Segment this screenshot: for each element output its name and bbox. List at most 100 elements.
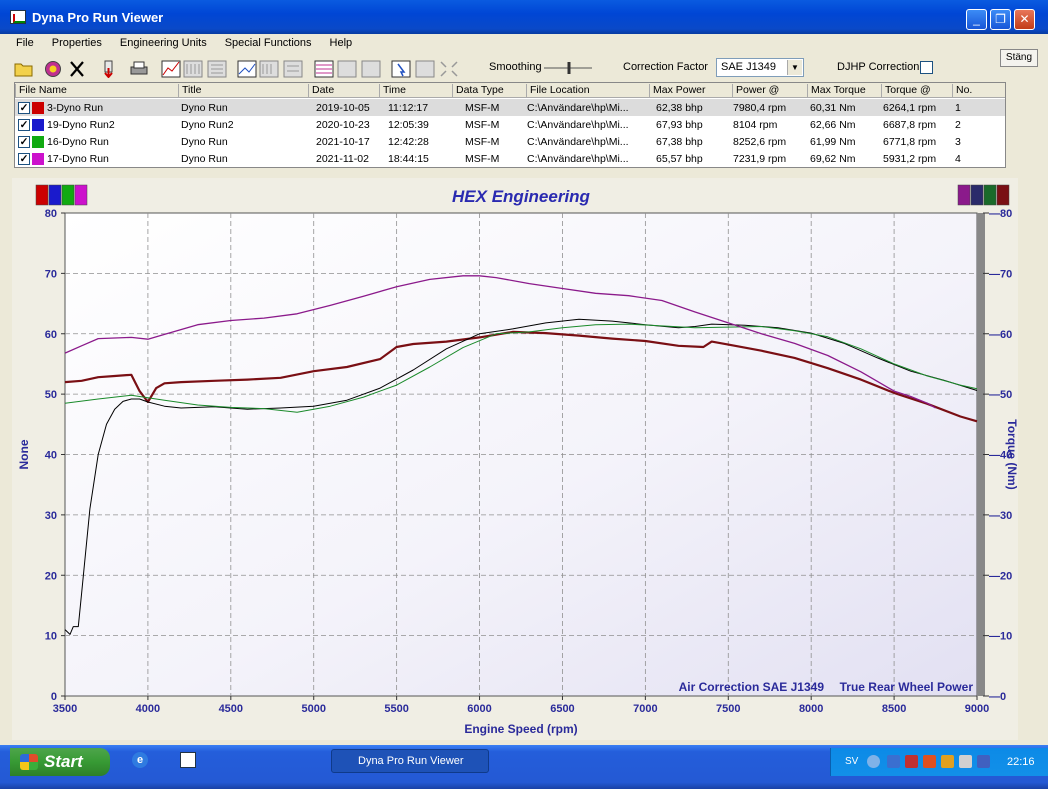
taskbar-item-dyna-pro[interactable]: Dyna Pro Run Viewer bbox=[331, 749, 489, 773]
column-header[interactable]: Max Power bbox=[649, 84, 732, 98]
y-axis-label: None bbox=[17, 439, 31, 469]
cell-torque-at: 6687,8 rpm bbox=[883, 119, 937, 131]
table-row[interactable]: ✓ 19-Dyno Run2 Dyno Run2 2020-10-23 12:05:39… bbox=[15, 116, 1005, 133]
dyno-chart: 3500 4000 4500 5000 5500 6000 6500 7000 7500 8000… bbox=[12, 178, 1018, 740]
menu-file[interactable]: File bbox=[4, 37, 40, 49]
dyna-pro-quicklaunch-icon[interactable] bbox=[180, 752, 196, 768]
y2-axis-label: Torque (Nm) bbox=[1005, 419, 1018, 489]
overlay-view-3-icon[interactable] bbox=[360, 59, 382, 79]
column-header[interactable]: Torque @ bbox=[881, 84, 952, 98]
graph-view-3-icon[interactable] bbox=[206, 59, 228, 79]
column-header[interactable]: Time bbox=[379, 84, 452, 98]
cell-location: C:\Användare\hp\Mi... bbox=[527, 153, 629, 165]
graph-view-6-icon[interactable] bbox=[282, 59, 304, 79]
network-icon[interactable] bbox=[887, 755, 900, 768]
djhp-correction-checkbox[interactable] bbox=[920, 61, 933, 74]
y-tick-label: 80 bbox=[45, 208, 57, 220]
start-button[interactable]: Start bbox=[10, 748, 110, 776]
legend-left-swatch bbox=[61, 184, 75, 206]
legend-right-swatch bbox=[970, 184, 984, 206]
column-header[interactable]: File Location bbox=[526, 84, 649, 98]
x-tick-label: 3500 bbox=[53, 703, 77, 715]
x-tick-label: 4500 bbox=[219, 703, 243, 715]
graph-view-4-icon[interactable] bbox=[236, 59, 258, 79]
tray-app-icon[interactable] bbox=[977, 755, 990, 768]
cursor-tool-icon[interactable] bbox=[390, 59, 412, 79]
cell-file: 19-Dyno Run2 bbox=[47, 119, 115, 131]
x-tick-label: 4000 bbox=[136, 703, 160, 715]
graph-view-1-icon[interactable] bbox=[160, 59, 182, 79]
cell-max-power: 62,38 bhp bbox=[656, 102, 703, 114]
internet-explorer-icon[interactable]: e bbox=[132, 752, 148, 768]
cell-power-at: 8104 rpm bbox=[733, 119, 778, 131]
maximize-button[interactable]: ❐ bbox=[990, 9, 1011, 30]
annotation-air-correction: Air Correction SAE J1349 bbox=[679, 680, 825, 694]
print-icon[interactable] bbox=[128, 59, 150, 79]
back-arrow-icon[interactable] bbox=[867, 755, 880, 768]
cell-date: 2021-10-17 bbox=[316, 136, 370, 148]
run-visible-checkbox[interactable]: ✓ bbox=[18, 136, 30, 148]
cell-time: 11:12:17 bbox=[388, 102, 429, 114]
close-window-button[interactable]: ✕ bbox=[1014, 9, 1035, 30]
language-indicator[interactable]: SV bbox=[845, 756, 858, 767]
cell-title: Dyno Run bbox=[181, 136, 228, 148]
column-header[interactable]: Title bbox=[178, 84, 308, 98]
run-visible-checkbox[interactable]: ✓ bbox=[18, 119, 30, 131]
column-header[interactable]: Date bbox=[308, 84, 379, 98]
table-row[interactable]: ✓ 17-Dyno Run Dyno Run 2021-11-02 18:44:15 MS… bbox=[15, 150, 1005, 167]
overlay-view-2-icon[interactable] bbox=[336, 59, 358, 79]
y2-tick-label: —30 bbox=[989, 510, 1012, 522]
close-button[interactable]: Stäng bbox=[1000, 49, 1038, 67]
display-icon[interactable] bbox=[959, 755, 972, 768]
cell-time: 12:05:39 bbox=[388, 119, 429, 131]
shield-icon[interactable] bbox=[905, 755, 918, 768]
cell-type: MSF-M bbox=[465, 136, 500, 148]
cell-max-power: 65,57 bhp bbox=[656, 153, 703, 165]
table-row[interactable]: ✓ 16-Dyno Run Dyno Run 2021-10-17 12:42:28 MS… bbox=[15, 133, 1005, 150]
cell-location: C:\Användare\hp\Mi... bbox=[527, 136, 629, 148]
column-header[interactable]: No. bbox=[952, 84, 1002, 98]
y2-tick-label: —0 bbox=[989, 691, 1006, 703]
table-tool-icon[interactable] bbox=[414, 59, 436, 79]
cell-max-torque: 69,62 Nm bbox=[810, 153, 856, 165]
color-wheel-icon[interactable] bbox=[42, 59, 64, 79]
table-row[interactable]: ✓ 3-Dyno Run Dyno Run 2019-10-05 11:12:17 MSF… bbox=[15, 99, 1005, 116]
y-tick-label: 20 bbox=[45, 570, 57, 582]
column-header[interactable]: Max Torque bbox=[807, 84, 881, 98]
smoothing-slider[interactable] bbox=[544, 61, 592, 75]
cell-power-at: 7231,9 rpm bbox=[733, 153, 787, 165]
y2-tick-label: —50 bbox=[989, 389, 1012, 401]
legend-right-swatch bbox=[983, 184, 997, 206]
start-label: Start bbox=[44, 752, 83, 771]
correction-factor-select[interactable]: SAE J1349 ▼ bbox=[716, 58, 804, 77]
overlay-view-icon[interactable] bbox=[313, 59, 335, 79]
open-folder-icon[interactable] bbox=[13, 59, 35, 79]
correction-factor-value: SAE J1349 bbox=[721, 61, 777, 73]
graph-view-5-icon[interactable] bbox=[258, 59, 280, 79]
run-visible-checkbox[interactable]: ✓ bbox=[18, 102, 30, 114]
menu-help[interactable]: Help bbox=[318, 37, 359, 49]
run-color-swatch bbox=[32, 119, 44, 131]
alert-icon[interactable] bbox=[941, 755, 954, 768]
menu-properties[interactable]: Properties bbox=[40, 37, 108, 49]
minimize-button[interactable]: _ bbox=[966, 9, 987, 30]
export-icon[interactable] bbox=[98, 59, 120, 79]
y2-tick-label: —20 bbox=[989, 570, 1012, 582]
cell-max-torque: 60,31 Nm bbox=[810, 102, 856, 114]
warning-icon[interactable] bbox=[923, 755, 936, 768]
legend-right-swatch bbox=[957, 184, 971, 206]
graph-view-2-icon[interactable] bbox=[182, 59, 204, 79]
menu-engineering-units[interactable]: Engineering Units bbox=[108, 37, 213, 49]
run-visible-checkbox[interactable]: ✓ bbox=[18, 153, 30, 165]
menu-special-functions[interactable]: Special Functions bbox=[213, 37, 318, 49]
column-header[interactable]: Power @ bbox=[732, 84, 807, 98]
zoom-fit-icon[interactable] bbox=[438, 59, 460, 79]
cell-torque-at: 6264,1 rpm bbox=[883, 102, 937, 114]
cell-max-torque: 62,66 Nm bbox=[810, 119, 856, 131]
title-bar: Dyna Pro Run Viewer bbox=[0, 0, 1048, 34]
cell-no: 1 bbox=[955, 102, 961, 114]
column-header[interactable]: Data Type bbox=[452, 84, 526, 98]
column-header[interactable]: File Name bbox=[15, 84, 178, 98]
delete-icon[interactable] bbox=[66, 59, 88, 79]
cell-file: 3-Dyno Run bbox=[47, 102, 104, 114]
